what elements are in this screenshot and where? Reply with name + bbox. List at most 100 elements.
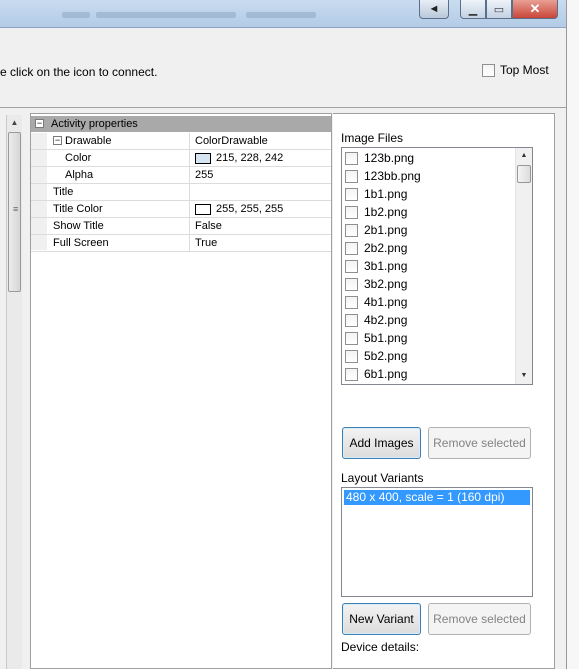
checkbox-icon[interactable]: [482, 63, 495, 77]
property-row[interactable]: Color 215, 228, 242: [31, 150, 331, 167]
checkbox-icon[interactable]: [345, 295, 358, 309]
file-name: 3b2.png: [364, 277, 408, 291]
blurred-title-fragment: [96, 12, 236, 18]
property-value-text: False: [195, 220, 222, 232]
list-item[interactable]: 4b1.png: [345, 293, 407, 311]
checkbox-icon[interactable]: [345, 259, 358, 273]
list-item[interactable]: 3b2.png: [345, 275, 407, 293]
property-grid[interactable]: − Activity properties − Drawable ColorDr…: [30, 113, 332, 669]
property-value-text: ColorDrawable: [195, 135, 268, 147]
add-images-button[interactable]: Add Images: [342, 427, 421, 459]
top-most-label: Top Most: [500, 63, 549, 77]
checkbox-icon[interactable]: [345, 349, 358, 363]
back-button[interactable]: ◄: [419, 0, 449, 19]
scroll-down-icon[interactable]: ▼: [516, 368, 532, 384]
image-files-list[interactable]: 123b.png 123bb.png 1b1.png 1b2.png 2b1.p…: [341, 147, 533, 385]
file-name: 1b2.png: [364, 205, 408, 219]
file-name: 5b2.png: [364, 349, 408, 363]
header-divider: [0, 107, 566, 108]
image-list-scrollbar[interactable]: ▲ ▼: [515, 148, 532, 384]
background-window-edge: [566, 0, 579, 669]
list-item[interactable]: 480 x 400, scale = 1 (160 dpi): [344, 490, 530, 505]
scrollbar-thumb[interactable]: ≡: [8, 132, 21, 292]
list-item[interactable]: 2b2.png: [345, 239, 407, 257]
checkbox-icon[interactable]: [345, 277, 358, 291]
list-item[interactable]: 123b.png: [345, 149, 414, 167]
connect-hint-text: e click on the icon to connect.: [0, 65, 158, 79]
file-name: 2b2.png: [364, 241, 408, 255]
property-row[interactable]: Full Screen True: [31, 235, 331, 252]
grip-icon: ≡: [13, 204, 19, 214]
back-arrow-icon: ◄: [428, 3, 440, 15]
remove-variant-button[interactable]: Remove selected: [428, 603, 531, 635]
new-variant-button[interactable]: New Variant: [342, 603, 421, 635]
category-row[interactable]: − Activity properties: [31, 116, 331, 132]
property-name: Drawable: [48, 133, 190, 149]
checkbox-icon[interactable]: [345, 205, 358, 219]
resources-panel: Image Files 123b.png 123bb.png 1b1.png 1…: [333, 113, 555, 669]
property-value-text: 255, 255, 255: [216, 203, 284, 215]
color-swatch-icon: [195, 203, 211, 215]
property-row[interactable]: Alpha 255: [31, 167, 331, 184]
list-item[interactable]: 5b2.png: [345, 347, 407, 365]
list-item[interactable]: 6b1.png: [345, 365, 407, 383]
file-name: 1b1.png: [364, 187, 408, 201]
checkbox-icon[interactable]: [345, 331, 358, 345]
list-item[interactable]: 3b1.png: [345, 257, 407, 275]
property-value[interactable]: 255: [191, 167, 331, 183]
file-name: 123bb.png: [364, 169, 421, 183]
property-value[interactable]: 255, 255, 255: [191, 201, 331, 217]
checkbox-icon[interactable]: [345, 223, 358, 237]
maximize-button[interactable]: ▭: [486, 0, 512, 19]
checkbox-icon[interactable]: [345, 313, 358, 327]
property-value[interactable]: False: [191, 218, 331, 234]
blurred-title-fragment: [62, 12, 90, 18]
property-row[interactable]: Title: [31, 184, 331, 201]
property-value[interactable]: 215, 228, 242: [191, 150, 331, 166]
property-value[interactable]: [191, 184, 331, 200]
checkbox-icon[interactable]: [345, 241, 358, 255]
property-value[interactable]: ColorDrawable: [191, 133, 331, 149]
file-name: 6b1.png: [364, 367, 408, 381]
property-name: Title Color: [48, 201, 190, 217]
checkbox-icon[interactable]: [345, 151, 358, 165]
left-scrollbar[interactable]: ▲ ≡: [6, 115, 22, 669]
scrollbar-thumb[interactable]: [517, 165, 531, 183]
property-value[interactable]: True: [191, 235, 331, 251]
list-item[interactable]: 4b2.png: [345, 311, 407, 329]
property-row[interactable]: Show Title False: [31, 218, 331, 235]
list-item[interactable]: 2b1.png: [345, 221, 407, 239]
minimize-icon: ▁: [468, 3, 478, 16]
maximize-icon: ▭: [493, 3, 505, 16]
remove-images-button[interactable]: Remove selected: [428, 427, 531, 459]
list-item[interactable]: 123bb.png: [345, 167, 421, 185]
scroll-up-icon[interactable]: ▲: [516, 148, 532, 164]
device-details-label: Device details:: [341, 640, 420, 654]
scroll-up-icon[interactable]: ▲: [7, 115, 22, 131]
image-files-label: Image Files: [341, 131, 404, 145]
property-name: Show Title: [48, 218, 190, 234]
close-icon: ✕: [529, 1, 541, 16]
property-row[interactable]: − Drawable ColorDrawable: [31, 133, 331, 150]
blurred-title-fragment: [246, 12, 316, 18]
layout-variants-label: Layout Variants: [341, 471, 424, 485]
top-most-checkbox[interactable]: Top Most: [482, 63, 549, 77]
property-value-text: 255: [195, 169, 214, 181]
list-item[interactable]: 1b1.png: [345, 185, 407, 203]
property-name: Color: [48, 150, 190, 166]
close-button[interactable]: ✕: [512, 0, 558, 19]
layout-variants-list[interactable]: 480 x 400, scale = 1 (160 dpi): [341, 487, 533, 597]
checkbox-icon[interactable]: [345, 367, 358, 381]
property-row[interactable]: Title Color 255, 255, 255: [31, 201, 331, 218]
property-name: Alpha: [48, 167, 190, 183]
checkbox-icon[interactable]: [345, 187, 358, 201]
file-name: 123b.png: [364, 151, 415, 165]
property-name: Title: [48, 184, 190, 200]
file-name: 2b1.png: [364, 223, 408, 237]
collapse-icon[interactable]: −: [35, 119, 44, 128]
list-item[interactable]: 1b2.png: [345, 203, 407, 221]
checkbox-icon[interactable]: [345, 169, 358, 183]
file-name: 4b2.png: [364, 313, 408, 327]
list-item[interactable]: 5b1.png: [345, 329, 407, 347]
minimize-button[interactable]: ▁: [460, 0, 486, 19]
